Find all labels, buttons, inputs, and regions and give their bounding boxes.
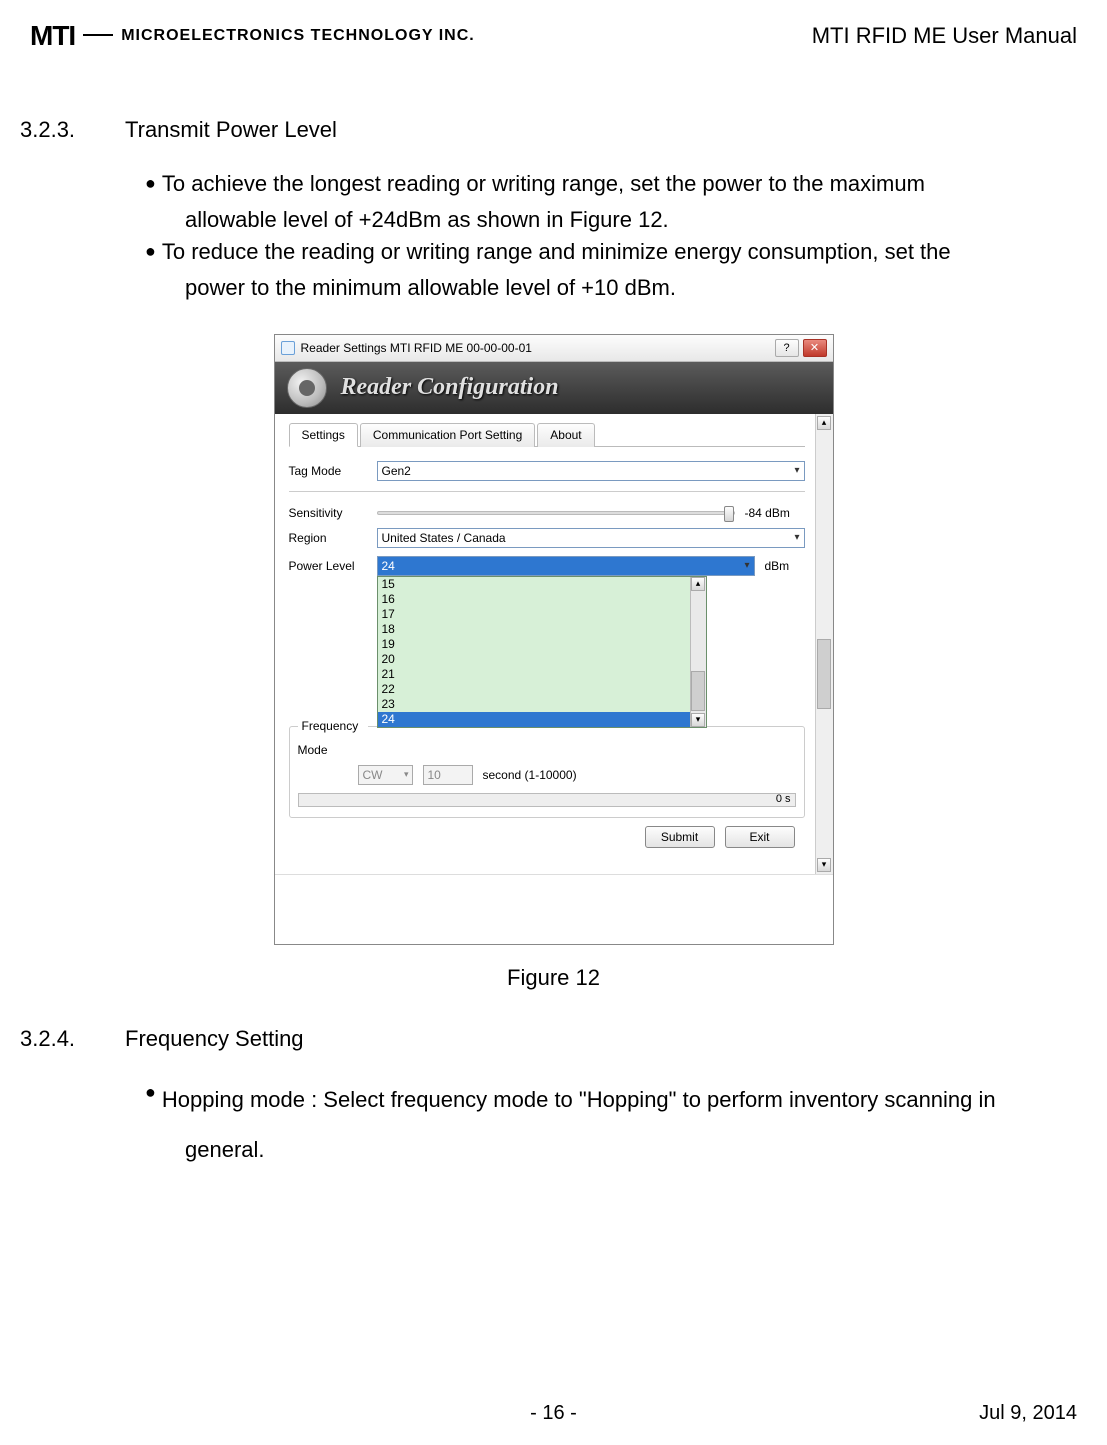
dropdown-option[interactable]: 22 bbox=[378, 682, 706, 697]
bullet-text: Hopping mode : Select frequency mode to … bbox=[162, 1077, 996, 1123]
page-number: - 16 - bbox=[530, 1402, 577, 1425]
dropdown-option-selected[interactable]: 24 bbox=[378, 712, 706, 727]
figure-caption: Figure 12 bbox=[274, 965, 834, 991]
tab-about[interactable]: About bbox=[537, 423, 594, 447]
logo-wave-icon bbox=[83, 26, 113, 46]
scroll-up-icon[interactable]: ▴ bbox=[817, 416, 831, 430]
bullet-text: To achieve the longest reading or writin… bbox=[162, 168, 925, 200]
dialog-button-row: Submit Exit bbox=[289, 818, 805, 856]
scroll-down-icon[interactable]: ▾ bbox=[817, 858, 831, 872]
logo-mark: MTI bbox=[30, 20, 75, 52]
page-header: MTI MICROELECTRONICS TECHNOLOGY INC. MTI… bbox=[20, 20, 1087, 67]
region-combo[interactable]: United States / Canada bbox=[377, 528, 805, 548]
tab-settings[interactable]: Settings bbox=[289, 423, 358, 447]
row-region: Region United States / Canada bbox=[289, 528, 805, 548]
bullet-text: To reduce the reading or writing range a… bbox=[162, 236, 951, 268]
row-tag-mode: Tag Mode Gen2 bbox=[289, 461, 805, 481]
dialog-banner: Reader Configuration bbox=[275, 362, 833, 414]
row-sensitivity: Sensitivity -84 dBm bbox=[289, 506, 805, 520]
dropdown-option[interactable]: 21 bbox=[378, 667, 706, 682]
scroll-thumb[interactable] bbox=[691, 671, 705, 711]
section-heading-323: 3.2.3. Transmit Power Level bbox=[20, 117, 1087, 143]
duration-suffix: second (1-10000) bbox=[483, 768, 577, 782]
page-footer: - 16 - Jul 9, 2014 bbox=[0, 1402, 1107, 1425]
help-button[interactable]: ? bbox=[775, 339, 799, 357]
dialog-content: Settings Communication Port Setting Abou… bbox=[275, 414, 833, 874]
submit-button[interactable]: Submit bbox=[645, 826, 715, 848]
dialog-title: Reader Settings MTI RFID ME 00-00-00-01 bbox=[301, 341, 532, 355]
figure-12: Reader Settings MTI RFID ME 00-00-00-01 … bbox=[274, 334, 834, 991]
dropdown-option[interactable]: 15 bbox=[378, 577, 706, 592]
bullet-list-324: ● Hopping mode : Select frequency mode t… bbox=[145, 1077, 1087, 1173]
bullet-item: ● To achieve the longest reading or writ… bbox=[145, 168, 1087, 200]
bullet-list-323: ● To achieve the longest reading or writ… bbox=[145, 168, 1087, 304]
power-unit: dBm bbox=[765, 559, 805, 573]
dropdown-option[interactable]: 20 bbox=[378, 652, 706, 667]
tab-comm-port[interactable]: Communication Port Setting bbox=[360, 423, 535, 447]
progress-text: 0 s bbox=[776, 793, 791, 805]
duration-spinner[interactable]: 10 bbox=[423, 765, 473, 785]
power-level-combo[interactable]: 24 bbox=[377, 556, 755, 576]
dropdown-option[interactable]: 19 bbox=[378, 637, 706, 652]
content-scrollbar[interactable]: ▴ ▾ bbox=[815, 414, 833, 874]
exit-button[interactable]: Exit bbox=[725, 826, 795, 848]
frequency-legend: Frequency bbox=[298, 719, 368, 733]
bullet-icon: ● bbox=[145, 236, 156, 268]
bullet-text-cont: power to the minimum allowable level of … bbox=[145, 272, 1087, 304]
section-title: Frequency Setting bbox=[125, 1026, 304, 1052]
scroll-down-icon[interactable]: ▾ bbox=[691, 713, 705, 727]
frequency-group: Frequency Mode CW 10 second (1-10000) 0 … bbox=[289, 726, 805, 818]
cw-combo[interactable]: CW bbox=[358, 765, 413, 785]
scroll-thumb[interactable] bbox=[817, 639, 831, 709]
dropdown-option[interactable]: 23 bbox=[378, 697, 706, 712]
bullet-icon: ● bbox=[145, 1077, 156, 1123]
power-level-label: Power Level bbox=[289, 559, 367, 573]
section-title: Transmit Power Level bbox=[125, 117, 337, 143]
scroll-up-icon[interactable]: ▴ bbox=[691, 577, 705, 591]
region-label: Region bbox=[289, 531, 367, 545]
power-level-dropdown[interactable]: 15 16 17 18 19 20 21 22 23 24 ▴ ▾ bbox=[377, 576, 707, 728]
reader-settings-dialog: Reader Settings MTI RFID ME 00-00-00-01 … bbox=[274, 334, 834, 945]
tab-strip: Settings Communication Port Setting Abou… bbox=[289, 422, 805, 447]
sensitivity-slider[interactable] bbox=[377, 511, 735, 515]
section-heading-324: 3.2.4. Frequency Setting bbox=[20, 1026, 1087, 1052]
row-power-level: Power Level 24 dBm 15 16 17 18 19 20 21 … bbox=[289, 556, 805, 576]
footer-date: Jul 9, 2014 bbox=[979, 1402, 1077, 1425]
progress-bar: 0 s bbox=[298, 793, 796, 807]
bullet-item: ● Hopping mode : Select frequency mode t… bbox=[145, 1077, 1087, 1123]
tag-mode-label: Tag Mode bbox=[289, 464, 367, 478]
company-name: MICROELECTRONICS TECHNOLOGY INC. bbox=[121, 27, 475, 45]
close-button[interactable]: ✕ bbox=[803, 339, 827, 357]
dropdown-option[interactable]: 17 bbox=[378, 607, 706, 622]
bullet-icon: ● bbox=[145, 168, 156, 200]
slider-thumb-icon[interactable] bbox=[724, 506, 734, 522]
tag-mode-combo[interactable]: Gen2 bbox=[377, 461, 805, 481]
gear-icon bbox=[287, 368, 327, 408]
section-number: 3.2.4. bbox=[20, 1026, 80, 1052]
banner-title: Reader Configuration bbox=[341, 374, 559, 401]
app-icon bbox=[281, 341, 295, 355]
section-number: 3.2.3. bbox=[20, 117, 80, 143]
dialog-titlebar: Reader Settings MTI RFID ME 00-00-00-01 … bbox=[275, 335, 833, 362]
dropdown-option[interactable]: 18 bbox=[378, 622, 706, 637]
divider bbox=[289, 491, 805, 492]
mode-label: Mode bbox=[298, 743, 348, 757]
dialog-footer-panel bbox=[275, 874, 833, 944]
dropdown-option[interactable]: 16 bbox=[378, 592, 706, 607]
bullet-item: ● To reduce the reading or writing range… bbox=[145, 236, 1087, 268]
sensitivity-value: -84 dBm bbox=[745, 506, 805, 520]
document-title: MTI RFID ME User Manual bbox=[812, 23, 1077, 49]
dropdown-scrollbar[interactable]: ▴ ▾ bbox=[690, 577, 706, 727]
logo-block: MTI MICROELECTRONICS TECHNOLOGY INC. bbox=[30, 20, 475, 52]
sensitivity-label: Sensitivity bbox=[289, 506, 367, 520]
bullet-text-cont: general. bbox=[145, 1127, 1087, 1173]
bullet-text-cont: allowable level of +24dBm as shown in Fi… bbox=[145, 204, 1087, 236]
